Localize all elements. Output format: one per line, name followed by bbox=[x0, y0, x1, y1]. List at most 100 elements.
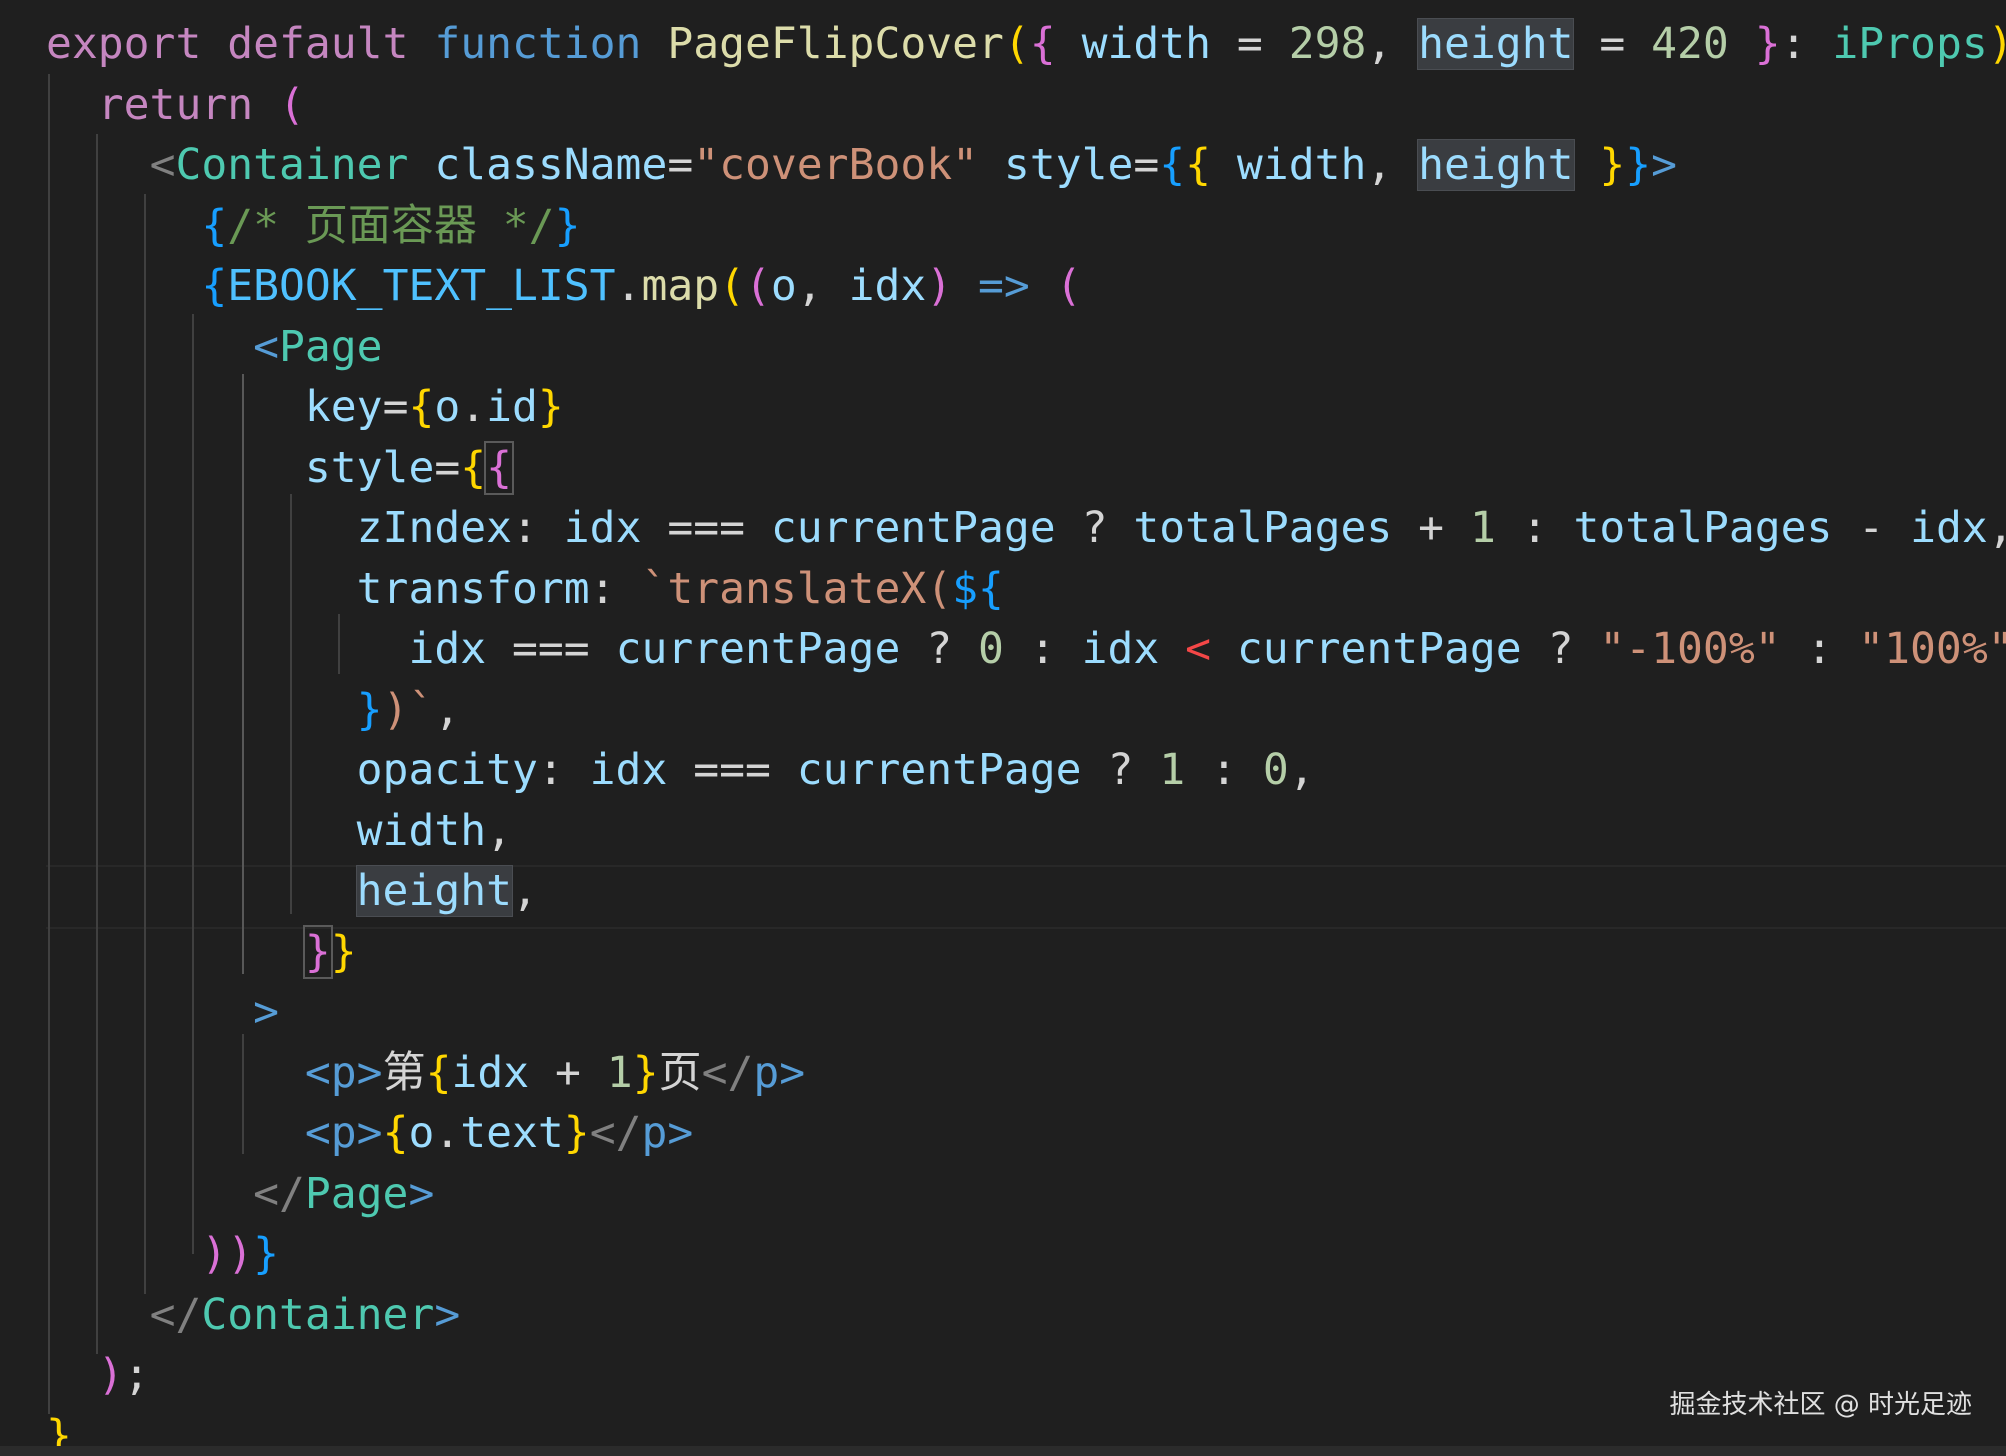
code-token: style bbox=[304, 442, 435, 493]
code-line[interactable]: </Page> bbox=[46, 1164, 434, 1224]
code-token: p bbox=[641, 1108, 668, 1158]
code-line[interactable]: key={o.id} bbox=[46, 377, 564, 437]
code-line[interactable]: opacity: idx === currentPage ? 1 : 0, bbox=[46, 740, 1315, 800]
code-line[interactable]: }} bbox=[46, 922, 357, 982]
code-token: "100%" bbox=[1858, 624, 2006, 674]
code-line[interactable]: </Container> bbox=[46, 1285, 461, 1345]
code-token: === bbox=[486, 624, 616, 674]
code-token: )) bbox=[201, 1229, 254, 1279]
code-token: = bbox=[1133, 140, 1160, 190]
code-token: , bbox=[1288, 745, 1315, 795]
code-line[interactable]: ))} bbox=[46, 1224, 279, 1284]
code-token: > bbox=[408, 1168, 435, 1219]
code-token: idx bbox=[1910, 503, 1988, 553]
scrolled-line-fragment bbox=[0, 0, 2006, 14]
code-token: Page bbox=[304, 1168, 409, 1219]
code-token: < bbox=[149, 140, 176, 190]
code-line[interactable]: })`, bbox=[46, 680, 461, 740]
code-token: iProps bbox=[1832, 19, 1988, 69]
code-token: + bbox=[529, 1047, 607, 1098]
code-line[interactable]: > bbox=[46, 982, 279, 1042]
code-token: o bbox=[770, 261, 797, 311]
code-token: 420 bbox=[1651, 19, 1729, 69]
code-token: ( bbox=[1003, 19, 1030, 69]
code-line[interactable]: <Container className="coverBook" style={… bbox=[46, 135, 1677, 195]
code-line[interactable]: width, bbox=[46, 801, 512, 861]
code-line[interactable]: style={{ bbox=[46, 438, 515, 498]
code-line[interactable]: idx === currentPage ? 0 : idx < currentP… bbox=[46, 619, 2006, 679]
code-token: </ bbox=[701, 1047, 754, 1098]
code-token: { bbox=[460, 442, 487, 493]
code-token: function bbox=[434, 19, 642, 69]
code-token: + bbox=[1392, 503, 1470, 553]
code-token: PageFlipCover bbox=[667, 19, 1004, 69]
code-line[interactable]: <Page bbox=[46, 317, 383, 377]
code-line[interactable]: return ( bbox=[46, 75, 305, 135]
code-line[interactable]: {EBOOK_TEXT_LIST.map((o, idx) => ( bbox=[46, 256, 1081, 316]
code-token: } bbox=[253, 1229, 280, 1279]
code-token: , bbox=[486, 805, 513, 856]
code-token: currentPage bbox=[770, 503, 1056, 553]
code-token: : bbox=[537, 745, 590, 795]
code-token: currentPage bbox=[796, 745, 1082, 795]
code-token: { bbox=[1185, 140, 1212, 190]
code-token: height bbox=[355, 865, 514, 917]
code-token: } bbox=[1625, 140, 1652, 190]
code-token: EBOOK_TEXT_LIST bbox=[227, 261, 616, 311]
code-token: Page bbox=[279, 321, 383, 372]
code-token: p bbox=[330, 1047, 357, 1098]
code-token: === bbox=[667, 745, 797, 795]
code-token: } bbox=[330, 926, 357, 977]
code-line[interactable]: ); bbox=[46, 1345, 150, 1405]
code-token: } bbox=[1599, 140, 1626, 190]
code-token: => bbox=[978, 261, 1030, 311]
code-token: { bbox=[408, 382, 435, 432]
code-token: </ bbox=[253, 1168, 305, 1219]
code-token: text bbox=[460, 1108, 564, 1158]
code-token: </ bbox=[149, 1289, 202, 1340]
code-token: idx bbox=[563, 503, 642, 553]
code-line[interactable]: zIndex: idx === currentPage ? totalPages… bbox=[46, 498, 2006, 558]
code-token: 298 bbox=[1288, 19, 1367, 69]
code-token: id bbox=[486, 382, 538, 432]
code-token: , bbox=[1366, 140, 1419, 190]
code-token: zIndex bbox=[356, 503, 513, 553]
code-token: = bbox=[1211, 19, 1289, 69]
code-line[interactable]: {/* 页面容器 */} bbox=[46, 196, 580, 256]
code-token: ? bbox=[1081, 745, 1160, 795]
code-line[interactable]: transform: `translateX(${ bbox=[46, 559, 1004, 619]
code-line[interactable]: height, bbox=[46, 861, 538, 921]
code-token: ( bbox=[719, 261, 746, 311]
code-token: ) bbox=[97, 1350, 124, 1400]
code-token: 1 bbox=[1159, 745, 1186, 795]
code-token: height bbox=[1417, 18, 1575, 70]
code-token: = bbox=[382, 382, 409, 432]
code-token: } bbox=[356, 684, 383, 735]
code-line[interactable]: <p>{o.text}</p> bbox=[46, 1103, 693, 1163]
code-editor[interactable]: export default function PageFlipCover({ … bbox=[0, 0, 2006, 1456]
code-token: ${ bbox=[952, 563, 1004, 614]
code-line[interactable]: export default function PageFlipCover({ … bbox=[46, 14, 2006, 74]
code-token: currentPage bbox=[1236, 624, 1522, 674]
code-token: } bbox=[537, 382, 564, 432]
code-token: { bbox=[201, 261, 228, 311]
code-token: { bbox=[1029, 19, 1056, 69]
code-line[interactable]: <p>第{idx + 1}页</p> bbox=[46, 1043, 805, 1103]
